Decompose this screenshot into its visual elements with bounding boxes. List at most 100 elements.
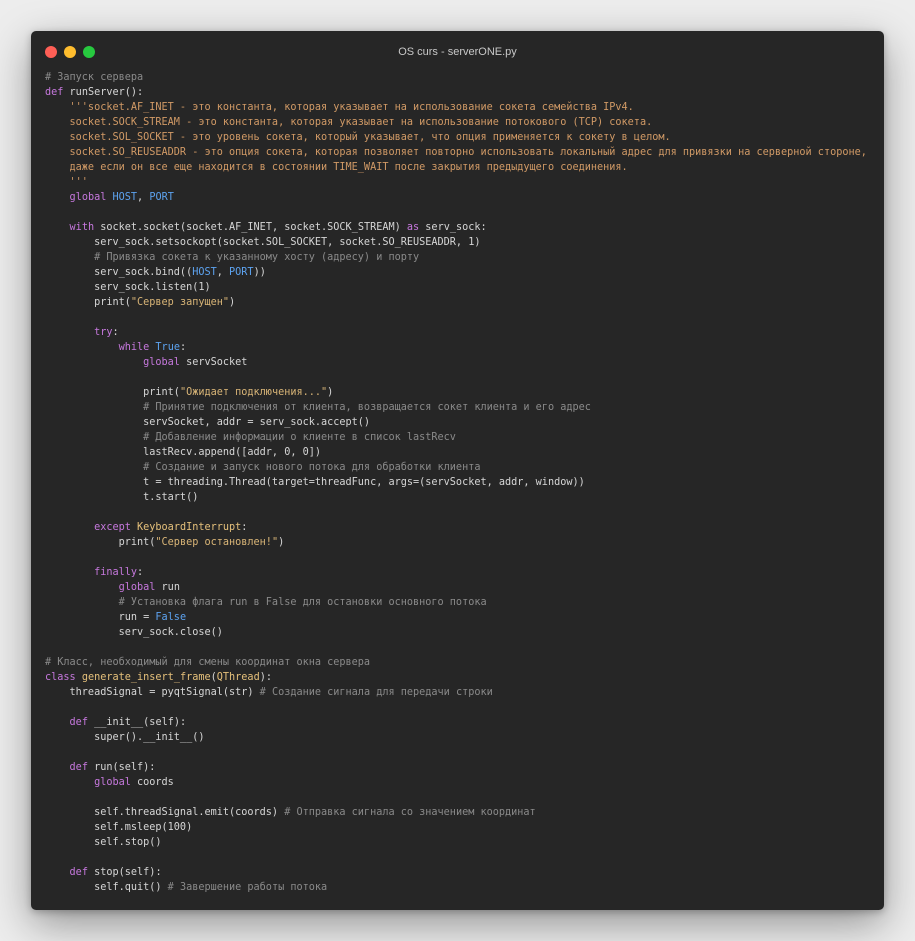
code-line: while True:	[45, 340, 874, 355]
code-token: print(	[45, 537, 156, 548]
code-token: global	[143, 357, 187, 368]
code-token: self.quit()	[45, 882, 168, 893]
code-line: # Создание и запуск нового потока для об…	[45, 460, 874, 475]
code-token: def	[69, 762, 95, 773]
code-token: KeyboardInterrupt	[137, 522, 242, 533]
code-token: serv_sock.listen(1)	[45, 282, 211, 293]
code-token: "Сервер запущен"	[130, 297, 230, 308]
window-title: OS curs - serverONE.py	[398, 46, 517, 58]
code-token: PORT	[149, 192, 174, 203]
code-token: global	[118, 582, 162, 593]
code-token: HOST	[192, 267, 217, 278]
code-token: )	[278, 537, 285, 548]
code-token: self.stop()	[45, 837, 162, 848]
code-token: даже если он все еще находится в состоян…	[45, 162, 628, 173]
code-token: # Принятие подключения от клиента, возвр…	[45, 402, 591, 413]
code-token: # Класс, необходимый для смены координат…	[45, 657, 371, 668]
code-token: threadSignal = pyqtSignal(str)	[45, 687, 260, 698]
code-token: socket.SOL_SOCKET - это уровень сокета, …	[45, 132, 671, 143]
code-line: def stop(self):	[45, 865, 874, 880]
code-token: # Добавление информации о клиенте в спис…	[45, 432, 456, 443]
code-token: # Отправка сигнала со значением координа…	[284, 807, 536, 818]
code-token: )	[327, 387, 334, 398]
code-token: def	[69, 717, 95, 728]
code-token: socket.SO_REUSEADDR - это опция сокета, …	[45, 147, 867, 158]
code-token: as	[406, 222, 426, 233]
code-line: serv_sock.setsockopt(socket.SOL_SOCKET, …	[45, 235, 874, 250]
code-line: '''	[45, 175, 874, 190]
code-token: super().__init__()	[45, 732, 205, 743]
code-editor[interactable]: # Запуск сервера def runServer(): ''' sock…	[45, 70, 874, 895]
code-window: OS curs - serverONE.py # Запуск сервера d…	[31, 31, 884, 910]
code-token: t = threading.Thread(target=threadFunc, …	[45, 477, 585, 488]
code-token: finally	[94, 567, 138, 578]
code-token: servSocket	[186, 357, 248, 368]
code-token: stop	[94, 867, 119, 878]
code-token: # Привязка сокета к указанному хосту (ад…	[45, 252, 420, 263]
code-line: self.quit() # Завершение работы потока	[45, 880, 874, 895]
code-token: serv_sock.bind((	[45, 267, 193, 278]
code-line: # Принятие подключения от клиента, возвр…	[45, 400, 874, 415]
code-token: ,	[137, 192, 150, 203]
code-line: def runServer():	[45, 85, 874, 100]
code-line: socket.SOCK_STREAM - это константа, кото…	[45, 115, 874, 130]
code-token: lastRecv.append([addr, 0, 0])	[45, 447, 322, 458]
code-token: # Установка флага run в False для остано…	[45, 597, 487, 608]
code-token: # Завершение работы потока	[167, 882, 328, 893]
code-token: print(	[45, 387, 180, 398]
code-line: servSocket, addr = serv_sock.accept()	[45, 415, 874, 430]
code-token: ):	[259, 672, 272, 683]
code-line: serv_sock.bind((HOST, PORT))	[45, 265, 874, 280]
code-token: socket.SOCK_STREAM - это константа, кото…	[45, 117, 653, 128]
code-token: QThread	[216, 672, 260, 683]
code-line: print("Сервер запущен")	[45, 295, 874, 310]
code-token: generate_insert_frame	[81, 672, 211, 683]
code-token: class	[45, 672, 82, 683]
code-line: super().__init__()	[45, 730, 874, 745]
code-line: self.stop()	[45, 835, 874, 850]
code-line: def run(self):	[45, 760, 874, 775]
code-line: print("Сервер остановлен!")	[45, 535, 874, 550]
code-token: run =	[45, 612, 156, 623]
code-line: # Класс, необходимый для смены координат…	[45, 655, 874, 670]
code-token: self.msleep(100)	[45, 822, 193, 833]
code-line: # Запуск сервера	[45, 70, 874, 85]
code-token: True	[155, 342, 180, 353]
code-line: except KeyboardInterrupt:	[45, 520, 874, 535]
code-token: try	[94, 327, 113, 338]
code-line: finally:	[45, 565, 874, 580]
code-line: threadSignal = pyqtSignal(str) # Создани…	[45, 685, 874, 700]
code-token: ))	[253, 267, 266, 278]
code-token: # Создание и запуск нового потока для об…	[45, 462, 481, 473]
code-token: # Запуск сервера	[45, 72, 144, 83]
code-line: self.msleep(100)	[45, 820, 874, 835]
code-line: global coords	[45, 775, 874, 790]
code-token: '''	[45, 177, 88, 188]
code-line: class generate_insert_frame(QThread):	[45, 670, 874, 685]
code-token: coords	[137, 777, 174, 788]
code-token: t.start()	[45, 492, 199, 503]
code-token: :	[112, 327, 119, 338]
code-line: socket.SO_REUSEADDR - это опция сокета, …	[45, 145, 874, 160]
code-line: global run	[45, 580, 874, 595]
code-token: PORT	[229, 267, 254, 278]
code-token: with	[69, 222, 101, 233]
code-token: ():	[124, 87, 144, 98]
code-line: print("Ожидает подключения...")	[45, 385, 874, 400]
code-line: # Добавление информации о клиенте в спис…	[45, 430, 874, 445]
code-line: # Установка флага run в False для остано…	[45, 595, 874, 610]
